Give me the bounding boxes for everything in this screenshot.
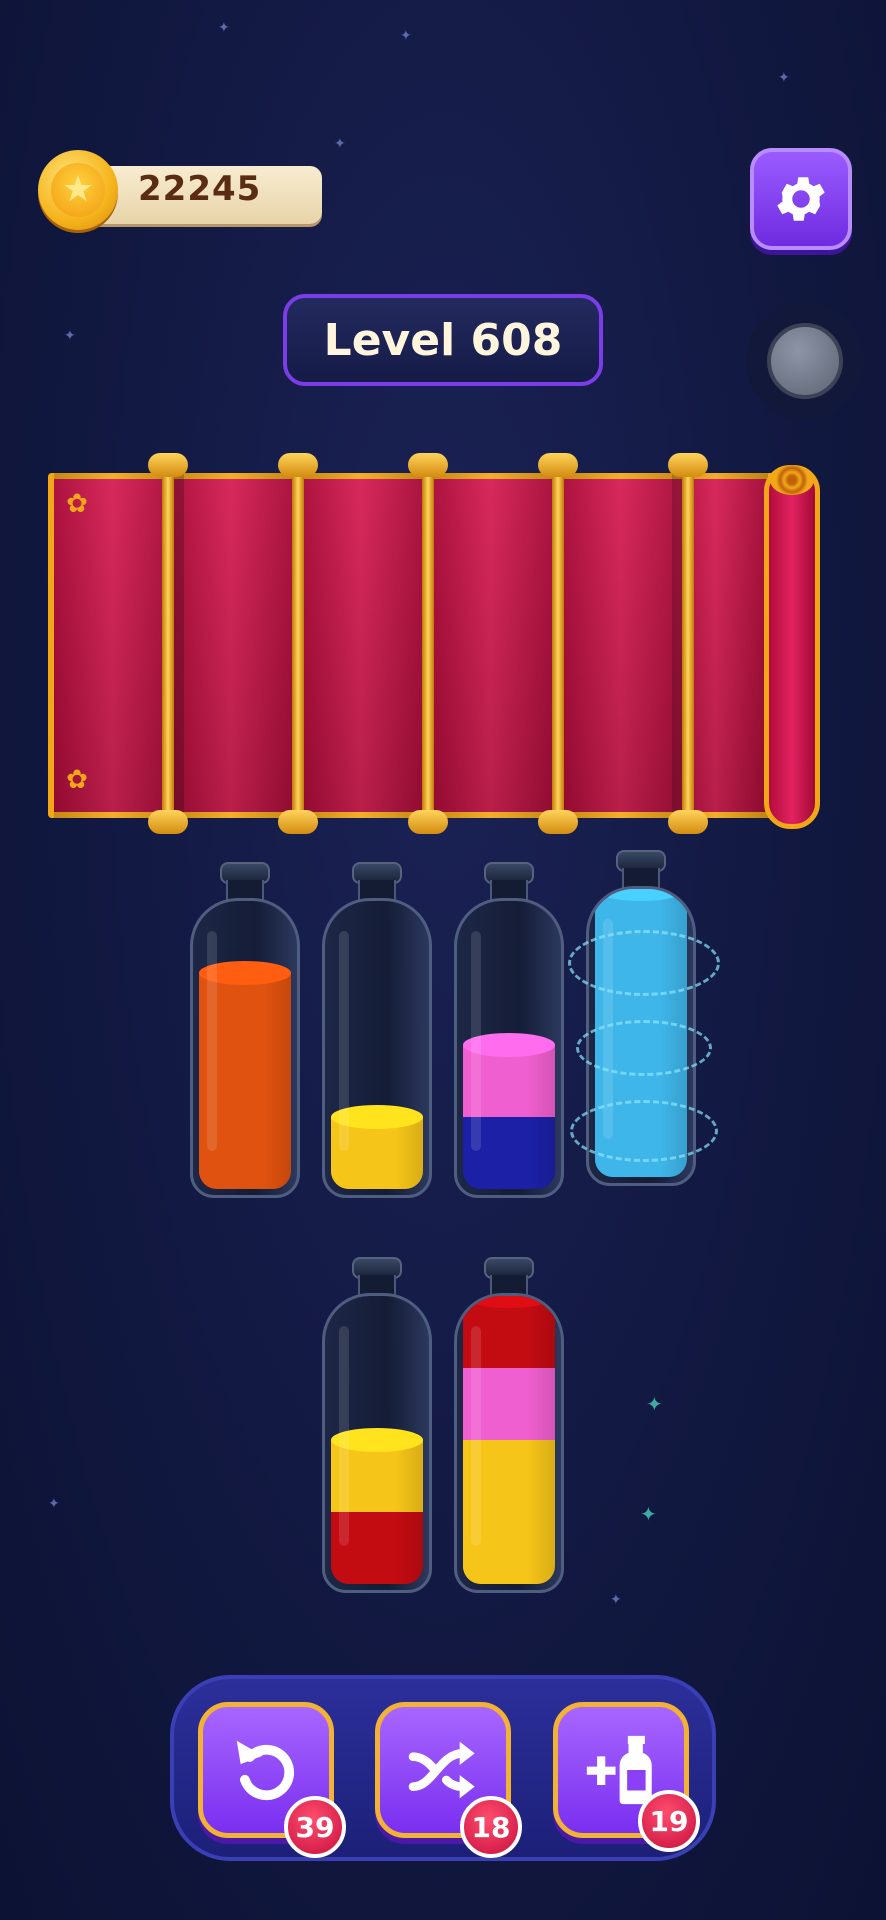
rod-cap xyxy=(148,453,188,477)
sparkle-effect xyxy=(570,1100,718,1162)
bottle[interactable] xyxy=(322,1257,432,1597)
undo-count-badge: 39 xyxy=(284,1796,346,1858)
curtain-rod xyxy=(682,465,694,823)
bottle-glass xyxy=(190,898,300,1198)
bottle-glass xyxy=(322,1293,432,1593)
background-star: ✦ xyxy=(646,1392,663,1416)
sparkle-effect xyxy=(568,930,720,996)
curtain-fold xyxy=(432,473,562,818)
bottle[interactable] xyxy=(190,862,300,1202)
curtain-rod xyxy=(422,465,434,823)
background-star: ✦ xyxy=(334,136,346,152)
level-label: Level 608 xyxy=(323,314,563,366)
sparkle-effect xyxy=(576,1020,712,1076)
rod-cap xyxy=(408,810,448,834)
bottle[interactable] xyxy=(322,862,432,1202)
bottle-glass xyxy=(454,898,564,1198)
background-star: ✦ xyxy=(218,20,230,36)
curtain-rod xyxy=(552,465,564,823)
settings-button[interactable] xyxy=(750,148,852,250)
rod-cap xyxy=(278,810,318,834)
coin-counter: ★ 22245 xyxy=(38,150,322,234)
background-star: ✦ xyxy=(778,70,790,86)
star-coin-icon: ★ xyxy=(38,150,118,230)
rod-cap xyxy=(538,453,578,477)
glass-shine xyxy=(339,1326,349,1546)
bottle[interactable] xyxy=(454,1257,564,1597)
glass-shine xyxy=(339,931,349,1151)
add-bottle-count-badge: 19 xyxy=(638,1790,700,1852)
hint-toggle-button[interactable] xyxy=(746,302,864,420)
background-star: ✦ xyxy=(48,1496,60,1512)
rod-cap xyxy=(668,810,708,834)
background-star: ✦ xyxy=(400,28,412,44)
shuffle-icon xyxy=(408,1741,475,1799)
flower-ornament-icon: ✿ xyxy=(66,489,88,519)
undo-count: 39 xyxy=(295,1810,335,1844)
bottle[interactable] xyxy=(454,862,564,1202)
add-bottle-count: 19 xyxy=(649,1804,689,1838)
undo-icon xyxy=(236,1740,295,1801)
coin-value: 22245 xyxy=(138,169,262,209)
shuffle-count: 18 xyxy=(471,1810,511,1844)
curtain-fold xyxy=(302,473,432,818)
background-star: ✦ xyxy=(64,328,76,344)
rod-cap xyxy=(148,810,188,834)
curtain-rod xyxy=(162,465,174,823)
shuffle-count-badge: 18 xyxy=(460,1796,522,1858)
bottle[interactable] xyxy=(568,850,720,1190)
flower-ornament-icon: ✿ xyxy=(66,765,88,795)
bottle-glass xyxy=(322,898,432,1198)
rod-cap xyxy=(538,810,578,834)
glass-shine xyxy=(207,931,217,1151)
glass-shine xyxy=(471,931,481,1151)
curtain-rod xyxy=(292,465,304,823)
curtain-cover: ✿ ✿ xyxy=(48,453,820,834)
curtain-roll xyxy=(764,465,820,829)
star-icon: ★ xyxy=(51,163,105,217)
level-indicator: Level 608 xyxy=(283,294,603,386)
rod-cap xyxy=(408,453,448,477)
glass-shine xyxy=(471,1326,481,1546)
rod-cap xyxy=(668,453,708,477)
spiral-icon xyxy=(770,465,814,495)
bottle-glass xyxy=(454,1293,564,1593)
toggle-knob xyxy=(767,323,843,399)
curtain-fold xyxy=(172,473,302,818)
gear-icon xyxy=(777,177,825,221)
rod-cap xyxy=(278,453,318,477)
background-star: ✦ xyxy=(610,1592,622,1608)
background-star: ✦ xyxy=(640,1502,657,1526)
